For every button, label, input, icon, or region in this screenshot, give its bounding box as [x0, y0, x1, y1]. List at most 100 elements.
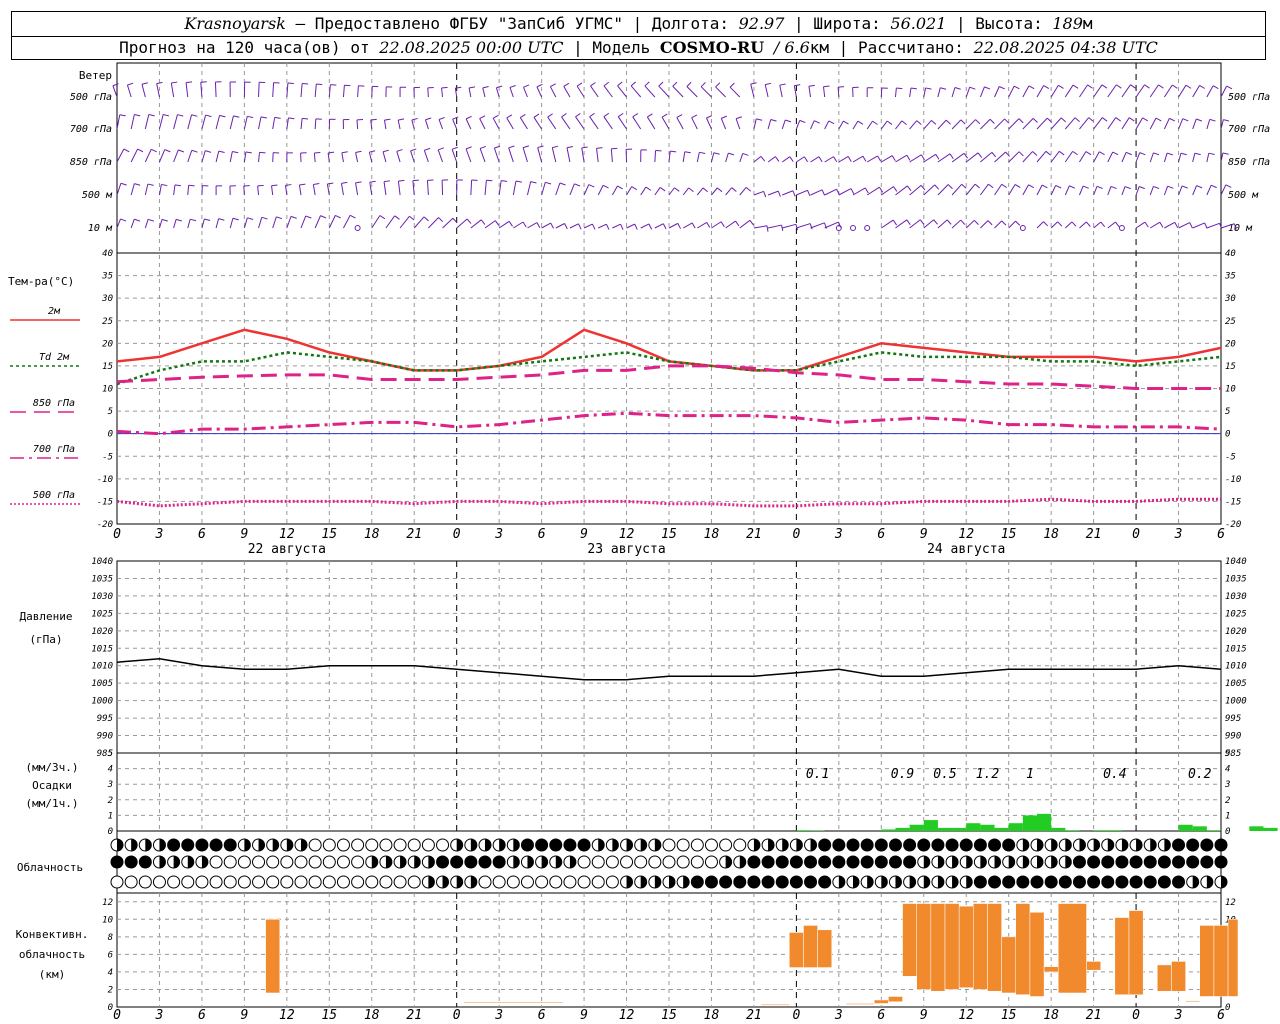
- wind-barb: [617, 85, 627, 98]
- cloud-symbol-fill: [753, 839, 760, 851]
- wind-barb: [598, 223, 607, 229]
- cloud-symbol-fill: [903, 856, 916, 868]
- wind-barb: [951, 87, 956, 98]
- cloud-symbol-fill: [549, 839, 562, 851]
- cloud-symbol: [124, 875, 138, 889]
- wind-barb-feather: [260, 116, 267, 119]
- cloud-symbol-fill: [818, 856, 831, 868]
- precip-bar: [937, 827, 953, 831]
- wind-barb-feather: [916, 120, 922, 125]
- wind-barb-feather: [828, 120, 835, 125]
- wind-barb: [413, 216, 425, 229]
- wind-barb: [201, 114, 207, 130]
- wind-barb: [523, 86, 528, 98]
- wind-barb-feather: [134, 114, 141, 117]
- wind-barb-feather: [508, 221, 513, 227]
- wind-barb: [852, 120, 859, 130]
- cloud-symbol-fill: [1101, 876, 1114, 888]
- wind-barb: [1079, 117, 1090, 130]
- wind-barb-feather: [954, 87, 961, 90]
- wind-barb-feather: [634, 223, 638, 230]
- wind-barb: [611, 185, 618, 196]
- wind-barb-feather: [949, 153, 954, 160]
- cloud-symbol: [478, 875, 492, 889]
- cloud-symbol-fill: [923, 856, 930, 868]
- wind-barb: [782, 190, 794, 196]
- temp-ytick-left: 35: [101, 272, 113, 282]
- cloud-symbol-fill: [513, 856, 520, 868]
- x-tick-label: 18: [704, 527, 720, 542]
- x-tick-label: 0: [113, 527, 121, 542]
- wind-barb: [796, 189, 808, 196]
- wind-barb-feather: [803, 156, 809, 163]
- wind-barb: [1206, 85, 1214, 98]
- wind-barb-feather: [479, 115, 486, 119]
- wind-barb: [300, 215, 307, 229]
- wind-barb-feather: [494, 220, 500, 226]
- wind-barb-feather: [423, 216, 429, 222]
- cloud-symbol-fill: [470, 876, 477, 888]
- convective-bar: [1029, 912, 1045, 997]
- wind-barb: [566, 147, 571, 163]
- wind-barb: [257, 185, 260, 196]
- wind-barb-feather: [120, 182, 127, 186]
- wind-barb-feather: [575, 112, 581, 118]
- wind-barb-feather: [370, 118, 377, 121]
- x-tick-label: 0: [792, 527, 800, 542]
- wind-barb: [356, 119, 359, 130]
- temp-ytick-right: -5: [1225, 452, 1236, 462]
- cloud-symbol-fill: [889, 856, 902, 868]
- cloud-symbol-fill: [173, 856, 180, 868]
- wind-barb-feather: [931, 120, 937, 125]
- wind-barb-feather: [919, 219, 925, 225]
- wind-barb-feather: [1199, 85, 1205, 89]
- pressure-ytick-right: 1035: [1225, 574, 1247, 584]
- wind-barb-feather: [438, 147, 444, 151]
- wind-barb-feather: [171, 81, 178, 84]
- cloud-symbol-fill: [1002, 839, 1015, 851]
- wind-barb: [1163, 84, 1173, 98]
- wind-barb: [428, 217, 439, 229]
- wind-barb: [328, 215, 336, 229]
- wind-barb-feather: [721, 115, 728, 119]
- wind-barb-feather: [644, 81, 650, 87]
- cloud-symbol-fill: [838, 876, 845, 888]
- wind-barb-feather: [1014, 184, 1021, 189]
- wind-barb-feather: [396, 149, 403, 152]
- wind-barb-feather: [515, 180, 522, 183]
- wind-barb: [1163, 186, 1169, 196]
- x-tick-label: 6: [877, 1008, 885, 1023]
- cloud-symbol-fill: [966, 856, 973, 868]
- wind-barb: [492, 117, 500, 130]
- wind-barb-feather: [749, 220, 754, 226]
- wind-barb: [456, 218, 468, 229]
- wind-barb: [810, 222, 825, 229]
- wind-barb: [1107, 117, 1117, 130]
- pressure-ytick-right: 1010: [1225, 662, 1247, 672]
- wind-barb: [173, 219, 177, 229]
- cloud-symbol: [308, 855, 322, 869]
- wind-barb-feather: [276, 216, 283, 220]
- cloud-symbol-fill: [541, 856, 548, 868]
- x-tick-label: 9: [920, 527, 928, 542]
- wind-barb: [541, 182, 546, 196]
- cloud-symbol-fill: [776, 856, 789, 868]
- wind-barb: [1163, 118, 1170, 130]
- wind-barb: [909, 219, 921, 229]
- wind-barb-feather: [383, 180, 391, 183]
- wind-barb: [551, 147, 557, 163]
- convective-bar: [845, 1003, 875, 1005]
- cloud-symbol: [237, 855, 251, 869]
- cloud-symbol-fill: [782, 839, 789, 851]
- convective-bar: [1213, 925, 1229, 997]
- wind-barb: [286, 82, 289, 98]
- wind-barb-feather: [1222, 152, 1229, 155]
- wind-barb-feather: [735, 220, 740, 227]
- cloud-symbol: [393, 838, 407, 852]
- cloud-symbol: [634, 855, 648, 869]
- wind-barb-feather: [424, 147, 431, 151]
- wind-barb-feather: [632, 113, 639, 118]
- cloud-symbol-fill: [1121, 839, 1128, 851]
- cloud-symbol-fill: [1022, 839, 1029, 851]
- wind-barb: [468, 87, 472, 98]
